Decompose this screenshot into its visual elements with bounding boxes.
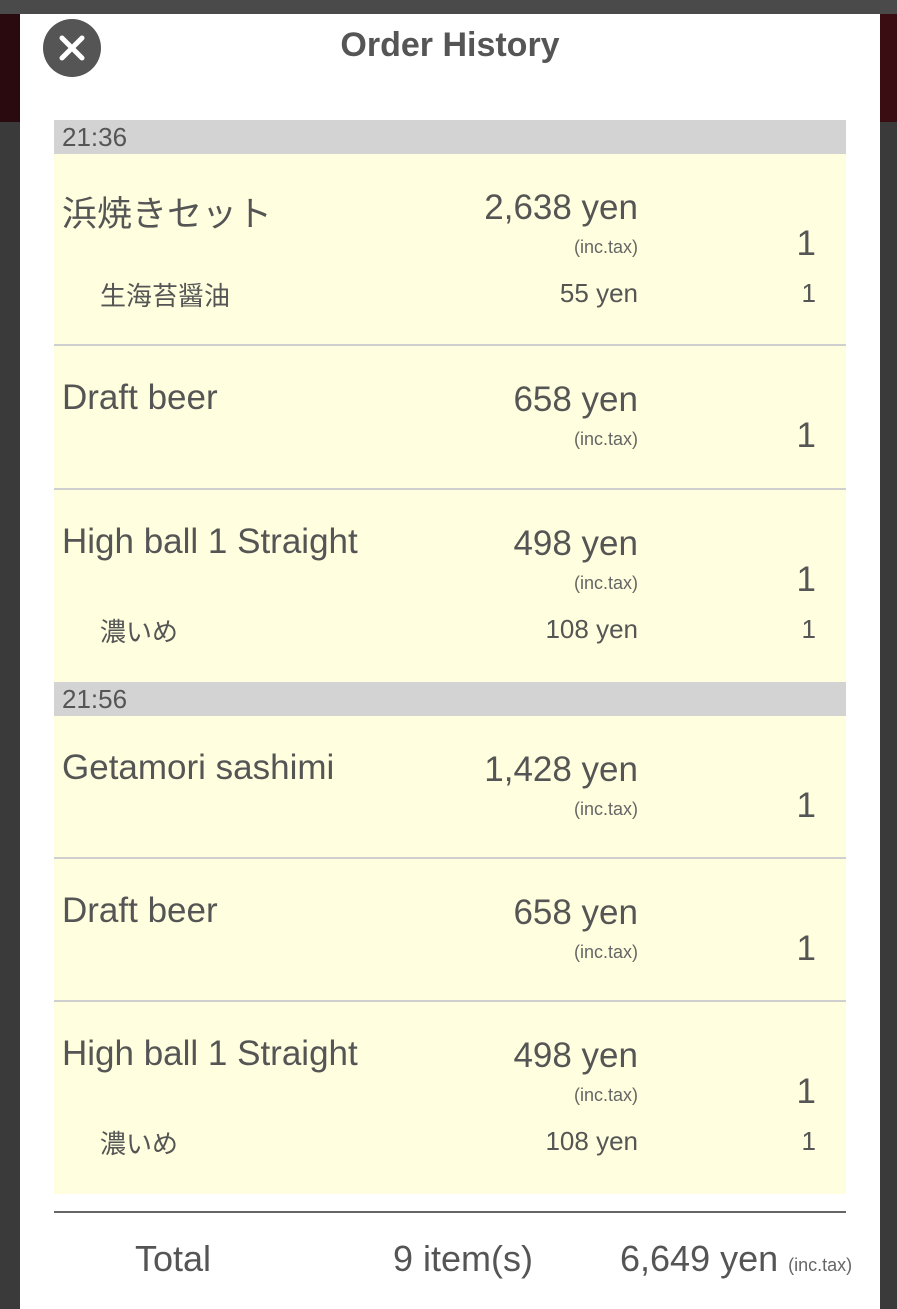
total-amount-value: 6,649 yen [620, 1238, 779, 1279]
item-name: Getamori sashimi [62, 748, 335, 787]
option-name: 濃いめ [100, 1129, 179, 1159]
footer-divider [54, 1211, 846, 1213]
option-quantity: 1 [801, 1126, 816, 1156]
item-name: Draft beer [62, 891, 218, 930]
item-name: Draft beer [62, 378, 218, 417]
order-item: Getamori sashimi 1,428 yen (inc.tax) 1 [54, 716, 846, 859]
item-tax-note: (inc.tax) [573, 1085, 638, 1105]
option-price: 108 yen [545, 614, 638, 644]
item-price: 498 yen [513, 524, 638, 563]
item-name: 浜焼きセット [62, 195, 273, 234]
item-tax-note: (inc.tax) [573, 429, 638, 449]
background-header-left [0, 14, 20, 122]
order-time-header: 21:36 [54, 120, 846, 154]
option-quantity: 1 [801, 614, 816, 644]
item-name: High ball 1 Straight [62, 522, 358, 561]
total-label: Total [135, 1238, 212, 1279]
item-tax-note: (inc.tax) [573, 573, 638, 593]
item-price: 1,428 yen [484, 750, 638, 789]
item-tax-note: (inc.tax) [573, 799, 638, 819]
order-item: High ball 1 Straight 498 yen (inc.tax) 1… [54, 490, 846, 682]
order-history-modal: Order History 21:36 浜焼きセット 2,638 yen (in… [20, 14, 880, 1309]
option-price: 108 yen [545, 1126, 638, 1156]
item-tax-note: (inc.tax) [573, 237, 638, 257]
option-quantity: 1 [801, 278, 816, 308]
background-header-right [880, 14, 897, 122]
option-name: 生海苔醤油 [100, 281, 231, 311]
item-quantity: 1 [796, 786, 816, 825]
order-list[interactable]: 21:36 浜焼きセット 2,638 yen (inc.tax) 1 生海苔醤油… [54, 120, 846, 1194]
item-quantity: 1 [796, 224, 816, 263]
total-item-count: 9 item(s) [393, 1238, 534, 1279]
order-item: Draft beer 658 yen (inc.tax) 1 [54, 346, 846, 490]
total-tax-note: (inc.tax) [788, 1255, 853, 1275]
item-quantity: 1 [796, 1072, 816, 1111]
status-strip [0, 0, 897, 14]
order-item: Draft beer 658 yen (inc.tax) 1 [54, 859, 846, 1002]
page-title: Order History [340, 26, 560, 64]
order-item: 浜焼きセット 2,638 yen (inc.tax) 1 生海苔醤油 55 ye… [54, 154, 846, 346]
option-price: 55 yen [559, 278, 638, 308]
item-quantity: 1 [796, 416, 816, 455]
option-name: 濃いめ [100, 617, 179, 647]
total-amount: 6,649 yen (inc.tax) [620, 1238, 852, 1280]
order-time-header: 21:56 [54, 682, 846, 716]
order-item: High ball 1 Straight 498 yen (inc.tax) 1… [54, 1002, 846, 1194]
item-name: High ball 1 Straight [62, 1034, 358, 1073]
item-tax-note: (inc.tax) [573, 942, 638, 962]
item-price: 498 yen [513, 1036, 638, 1075]
item-quantity: 1 [796, 560, 816, 599]
item-price: 658 yen [513, 893, 638, 932]
item-quantity: 1 [796, 929, 816, 968]
item-price: 658 yen [513, 380, 638, 419]
item-price: 2,638 yen [484, 188, 638, 227]
